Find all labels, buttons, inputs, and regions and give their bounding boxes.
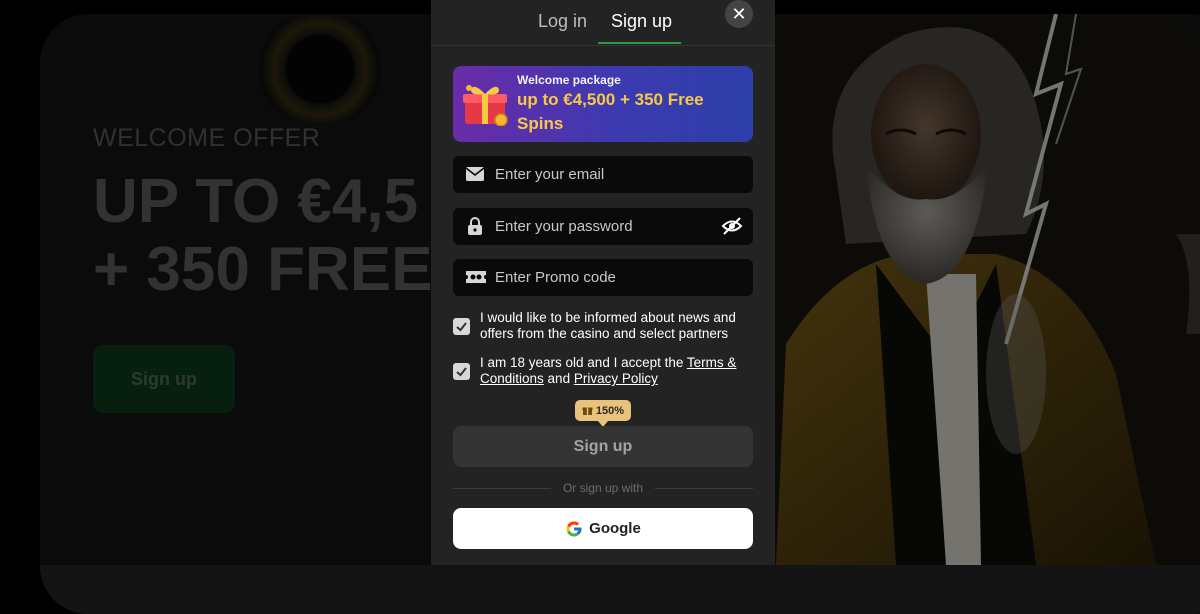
social-divider: Or sign up with [453, 480, 753, 496]
gift-icon [463, 85, 508, 126]
gift-small-icon [582, 407, 593, 415]
eye-off-icon[interactable] [721, 216, 743, 236]
promo-ticket-icon [466, 271, 486, 283]
promo-title: Welcome package [517, 73, 621, 87]
welcome-package-banner: Welcome package up to €4,500 + 350 Free … [453, 66, 753, 142]
password-input[interactable] [495, 208, 715, 245]
active-tab-indicator [598, 42, 681, 44]
bonus-badge: 150% [575, 400, 631, 427]
age-terms-checkbox[interactable] [453, 363, 470, 380]
privacy-link[interactable]: Privacy Policy [574, 371, 658, 386]
tab-signup[interactable]: Sign up [611, 11, 672, 32]
bonus-badge-text: 150% [595, 404, 625, 417]
google-button-label: Google [589, 520, 641, 537]
age-terms-label: I am 18 years old and I accept the Terms… [480, 355, 750, 387]
promo-offer: up to €4,500 + 350 Free Spins [517, 90, 704, 133]
signup-modal: Log in Sign up ✕ Welcome package up to €… [431, 0, 775, 565]
checkmark-icon [456, 367, 467, 377]
google-icon [566, 521, 582, 536]
close-icon: ✕ [731, 4, 747, 24]
email-input[interactable] [495, 156, 715, 193]
lock-icon [468, 217, 482, 235]
email-field [453, 156, 753, 193]
checkmark-icon [456, 322, 467, 332]
news-consent-checkbox[interactable] [453, 318, 470, 335]
mail-icon [465, 167, 485, 181]
age-terms-prefix: I am 18 years old and I accept the [480, 355, 687, 370]
tab-login[interactable]: Log in [538, 11, 587, 32]
auth-tabs: Log in Sign up [431, 0, 775, 46]
close-button[interactable]: ✕ [725, 0, 753, 28]
google-signup-button[interactable]: Google [453, 508, 753, 549]
divider-line [655, 488, 753, 489]
password-field [453, 208, 753, 245]
promo-code-field [453, 259, 753, 296]
news-consent-label: I would like to be informed about news a… [480, 310, 736, 341]
promo-code-input[interactable] [495, 259, 715, 296]
age-terms-middle: and [543, 371, 574, 386]
signup-submit-button[interactable]: Sign up [453, 426, 753, 467]
